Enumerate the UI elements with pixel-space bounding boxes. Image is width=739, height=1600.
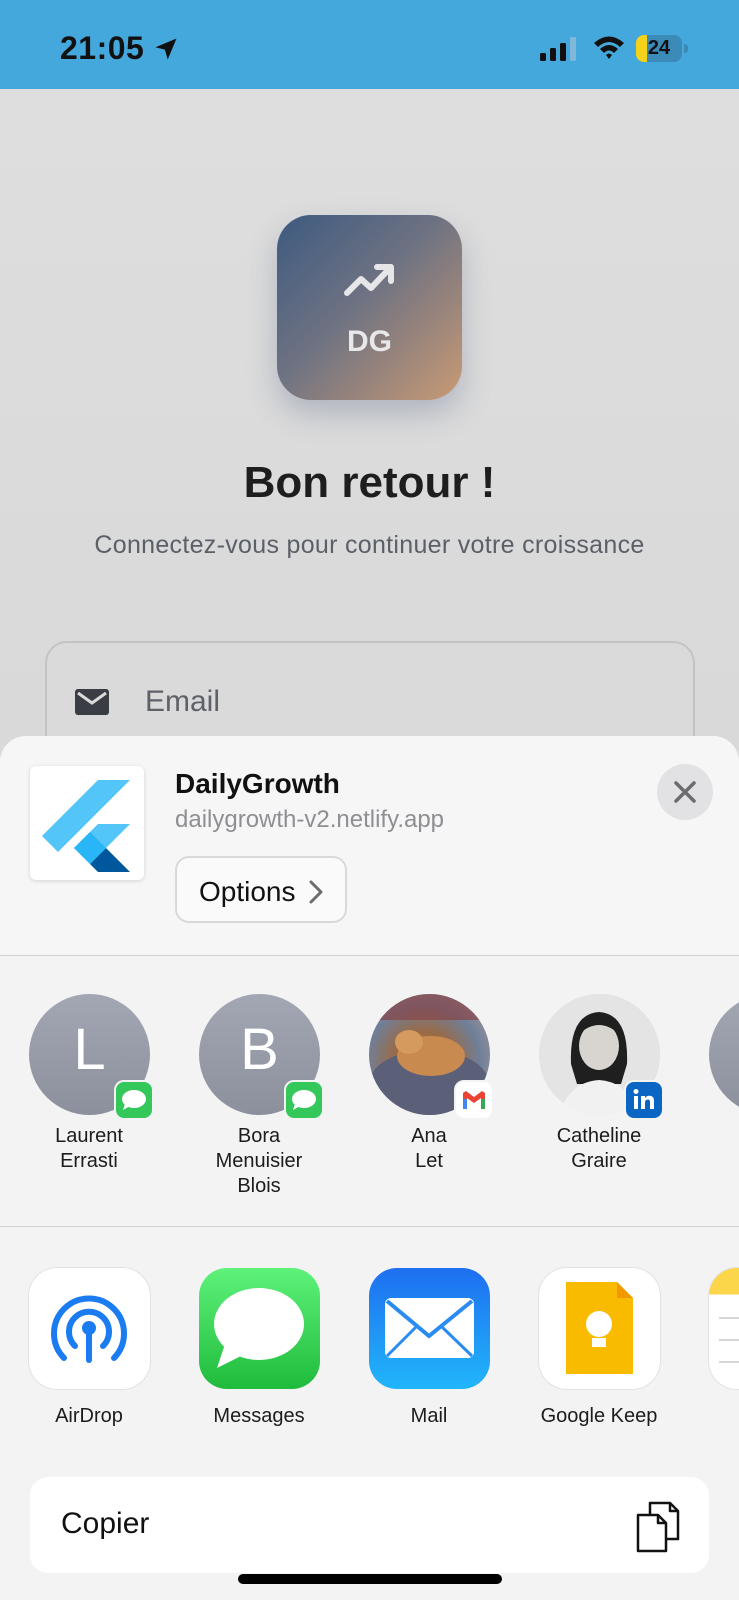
app-label: AirDrop xyxy=(55,1405,123,1427)
notes-icon xyxy=(709,1268,739,1389)
battery-indicator: 24 xyxy=(636,35,688,62)
contact-name: Ana Let xyxy=(354,1124,504,1174)
avatar-initial: B xyxy=(240,1017,279,1082)
contact-name-line: Catheline xyxy=(556,1125,642,1147)
email-placeholder: Email xyxy=(145,685,221,718)
google-keep-icon xyxy=(539,1268,660,1389)
copy-label: Copier xyxy=(61,1507,150,1540)
app-label: Mail xyxy=(410,1405,448,1427)
divider xyxy=(0,955,739,956)
chevron-right-icon xyxy=(309,880,323,904)
messages-badge-icon xyxy=(284,1080,324,1120)
shared-app-url: dailygrowth-v2.netlify.app xyxy=(175,806,445,833)
app-label: Messages xyxy=(213,1405,305,1427)
logo-text: DG xyxy=(347,325,392,358)
location-arrow-icon xyxy=(155,38,177,60)
cellular-signal-icon xyxy=(540,37,576,61)
avatar xyxy=(709,994,739,1115)
share-sheet: DailyGrowth dailygrowth-v2.netlify.app O… xyxy=(0,736,739,1600)
contact-name-line: Graire xyxy=(571,1150,627,1172)
contact-name: Bora Menuisier Blois xyxy=(184,1124,334,1199)
contact-name-line: Laurent xyxy=(55,1125,123,1147)
mail-icon xyxy=(75,689,109,715)
messages-badge-icon xyxy=(114,1080,154,1120)
flutter-logo-icon xyxy=(42,780,130,872)
linkedin-badge-icon xyxy=(624,1080,664,1120)
share-sheet-header: DailyGrowth dailygrowth-v2.netlify.app O… xyxy=(0,736,739,955)
close-button[interactable] xyxy=(657,764,713,820)
airdrop-icon xyxy=(29,1268,150,1389)
avatar-initial: L xyxy=(73,1017,106,1082)
copy-icon xyxy=(636,1501,680,1553)
contact-name: Laurent Errasti xyxy=(14,1124,164,1174)
battery-percent: 24 xyxy=(647,37,671,59)
mail-icon xyxy=(369,1268,490,1389)
options-label: Options xyxy=(199,876,296,907)
contact-name-line: Blois xyxy=(237,1175,281,1197)
contact-name: Catheline Graire xyxy=(524,1124,674,1174)
app-logo: DG xyxy=(277,215,462,400)
copy-action-row[interactable]: Copier xyxy=(30,1477,709,1573)
page-subtitle: Connectez-vous pour continuer votre croi… xyxy=(94,531,645,559)
options-button[interactable]: Options xyxy=(175,856,347,923)
messages-icon xyxy=(199,1268,320,1389)
divider xyxy=(0,1226,739,1227)
contact-name-line: Ana xyxy=(411,1125,447,1147)
home-indicator xyxy=(238,1574,502,1584)
contact-name-line: Errasti xyxy=(60,1150,118,1172)
app-thumbnail xyxy=(30,766,144,880)
wifi-icon xyxy=(594,36,624,59)
trending-up-icon xyxy=(344,264,394,296)
shared-app-name: DailyGrowth xyxy=(175,768,340,799)
page-title: Bon retour ! xyxy=(243,458,496,507)
close-icon xyxy=(674,781,696,803)
contact-name-line: Menuisier xyxy=(215,1150,303,1172)
contact-name-line: Bora xyxy=(237,1125,281,1147)
contact-name-line: Let xyxy=(415,1150,443,1172)
app-label: Google Keep xyxy=(540,1405,658,1427)
gmail-badge-icon xyxy=(454,1080,494,1120)
status-bar: 21:05 24 xyxy=(0,0,739,89)
status-time: 21:05 xyxy=(60,30,145,66)
